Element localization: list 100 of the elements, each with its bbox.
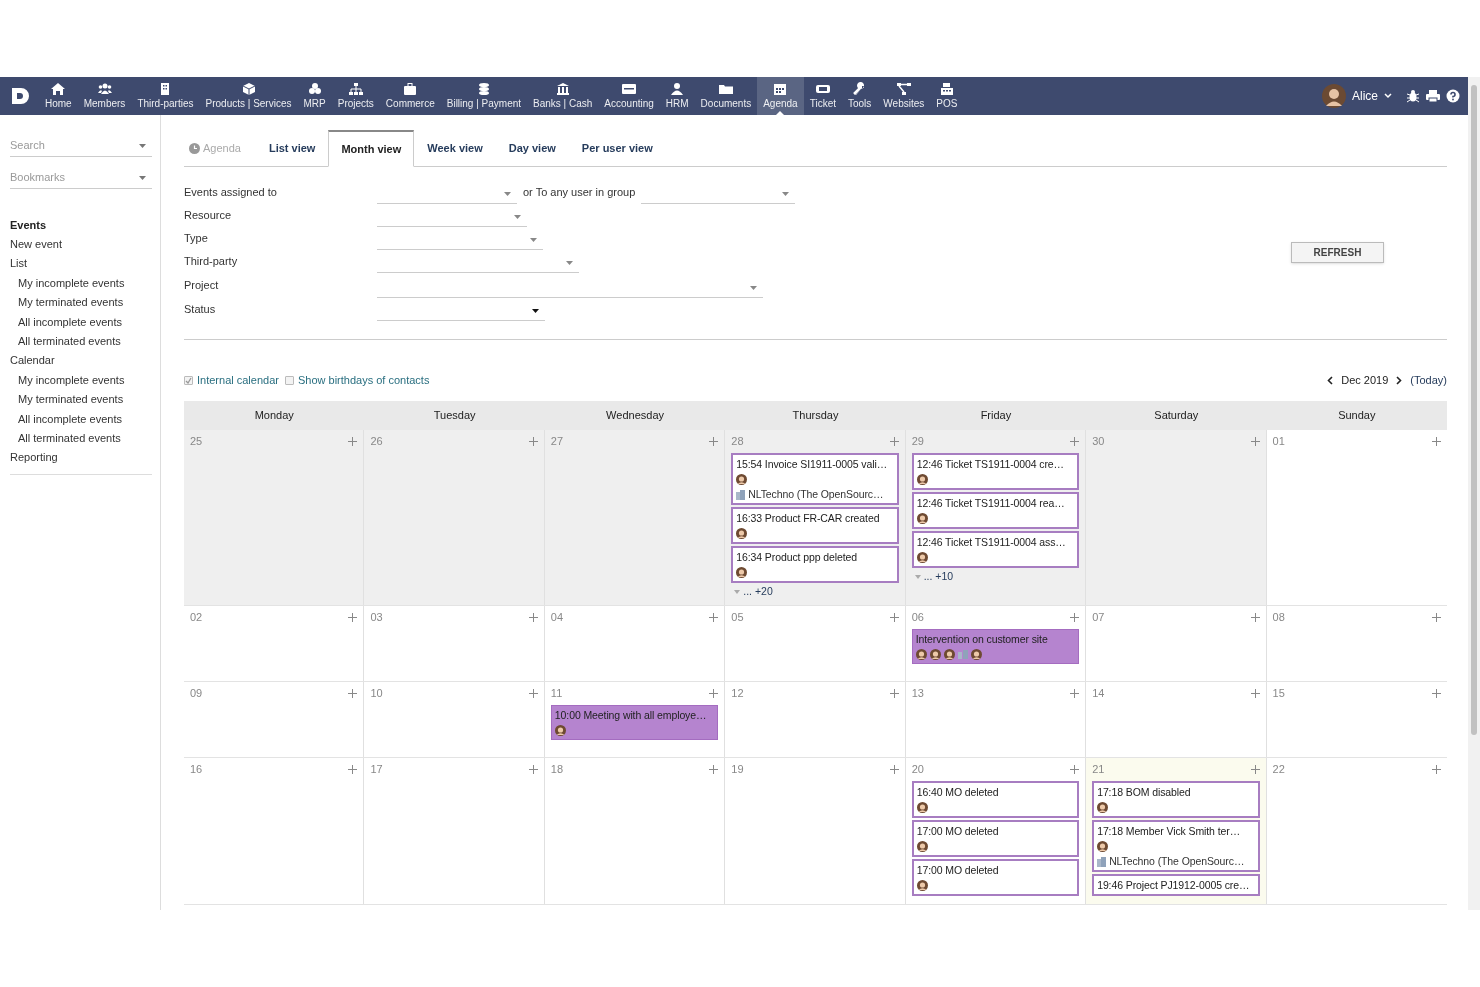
user-name[interactable]: Alice [1352, 87, 1378, 105]
calendar-event[interactable]: 17:18 BOM disabled [1092, 781, 1260, 818]
user-avatar-icon [554, 725, 566, 736]
sitemap-icon [348, 82, 363, 96]
caret-icon [532, 308, 539, 313]
calendar-event[interactable]: 17:00 MO deleted [911, 820, 1080, 857]
user-avatar-icon [916, 474, 928, 485]
day-number: 25 [190, 434, 203, 450]
nav-item[interactable]: Members [77, 77, 132, 115]
caret-icon [750, 285, 757, 290]
user-avatar-icon [916, 802, 928, 813]
weekday-header: Saturday [1153, 408, 1200, 424]
calendar-event[interactable]: 12:46 Ticket TS1911-0004 cre… [911, 453, 1080, 490]
menu-item[interactable]: List [10, 254, 152, 274]
submenu-item[interactable]: All incomplete events [10, 409, 152, 429]
more-events-link[interactable]: ... +20 [725, 585, 905, 599]
calendar-event[interactable]: 19:46 Project PJ1912-0005 cre… [1092, 874, 1260, 896]
user-avatar-icon [916, 880, 928, 891]
event-title: 12:46 Ticket TS1911-0004 rea… [916, 496, 1066, 511]
field-label: Resource [184, 208, 233, 224]
day-number: 30 [1092, 434, 1105, 450]
submenu-item[interactable]: My terminated events [10, 390, 152, 410]
submenu-item[interactable]: All incomplete events [10, 312, 152, 332]
nav-item[interactable]: Home [39, 77, 78, 115]
menu-item[interactable]: Reporting [10, 448, 152, 468]
nav-item[interactable]: Products | Services [199, 77, 298, 115]
calendar-event[interactable]: 16:34 Product ppp deleted [731, 546, 899, 583]
field-label: Project [184, 278, 220, 294]
thirdparty-link[interactable]: NLTechno (The OpenSourc… [1109, 853, 1245, 870]
calendar-event[interactable]: 15:54 Invoice SI1911-0005 vali… NLTechno (The OpenSourc… [731, 453, 899, 505]
day-cell[interactable]: 29 12:46 Ticket TS1911-0004 cre… 12:46 Ticket TS1911-0004 rea… 12:46 Ticket TS1911-0004 ass… ... +10 [905, 430, 1087, 605]
calendar-event[interactable]: 12:46 Ticket TS1911-0004 ass… [911, 531, 1080, 568]
checkbox[interactable] [284, 375, 294, 385]
day-number: 16 [190, 762, 203, 778]
building-icon [736, 489, 746, 500]
tab[interactable]: Per user view [568, 130, 666, 166]
submenu-item[interactable]: My terminated events [10, 293, 152, 313]
scrollbar[interactable] [1468, 77, 1480, 910]
calendar-event[interactable]: 17:00 MO deleted [911, 859, 1080, 896]
nav-item[interactable]: Billing | Payment [440, 77, 528, 115]
user-avatar-icon [916, 513, 928, 524]
more-events-link[interactable]: ... +10 [905, 570, 1086, 584]
day-cell[interactable]: 21 17:18 BOM disabled 17:18 Member Vick Smith ter… NLTechno (The OpenSourc… 19:46 Project PJ1912-0005 cre… [1086, 758, 1267, 904]
nav-item[interactable]: Tools [842, 77, 878, 115]
weekday-header: Thursday [791, 408, 840, 424]
add-icon [889, 613, 899, 622]
day-cell[interactable]: 28 15:54 Invoice SI1911-0005 vali… NLTechno (The OpenSourc… 16:33 Product FR-CAR created 16:34 Product ppp deleted ... +20 [725, 430, 906, 605]
nav-item[interactable]: HRM [659, 77, 695, 115]
add-icon [709, 613, 719, 622]
tab[interactable]: Month view [328, 130, 415, 167]
submenu-item[interactable]: All terminated events [10, 428, 152, 449]
day-number: 14 [1092, 686, 1105, 702]
calendar-event[interactable]: 12:46 Ticket TS1911-0004 rea… [911, 492, 1080, 529]
nav-item[interactable]: Projects [331, 77, 380, 115]
logo [11, 87, 31, 105]
calendar-event[interactable]: Intervention on customer site [911, 629, 1080, 664]
checkbox[interactable] [184, 375, 193, 385]
submenu-item[interactable]: All terminated events [10, 331, 152, 352]
menu-item[interactable]: New event [10, 235, 152, 255]
caret-icon [734, 590, 741, 594]
tab[interactable]: Day view [495, 130, 569, 166]
add-icon [709, 437, 719, 446]
nav-item[interactable]: Documents [694, 77, 758, 115]
menu-title[interactable]: Events [10, 215, 152, 235]
nav-item[interactable]: MRP [297, 77, 332, 115]
calendar-event[interactable]: 17:18 Member Vick Smith ter… NLTechno (The OpenSourc… [1092, 820, 1260, 872]
add-icon [348, 437, 358, 446]
nav-item[interactable]: Commerce [379, 77, 441, 115]
home-icon [51, 82, 66, 96]
user-avatar-icon [943, 649, 955, 660]
day-number: 18 [550, 762, 564, 778]
nav-item[interactable]: Agenda [757, 77, 804, 115]
add-icon [1070, 613, 1080, 622]
add-icon [1250, 613, 1260, 622]
calendar-event[interactable]: 10:00 Meeting with all employe… [550, 705, 719, 740]
nav-item[interactable]: Accounting [598, 77, 660, 115]
tab[interactable]: Week view [414, 130, 496, 166]
nav-item[interactable]: Third-parties [131, 77, 200, 115]
refresh-button[interactable]: REFRESH [1291, 242, 1384, 263]
user-avatar-icon [970, 649, 982, 660]
building-icon [1097, 856, 1107, 867]
checkbox-label[interactable]: Internal calendar [197, 371, 279, 389]
nav-item[interactable]: Websites [877, 77, 931, 115]
coins-icon [476, 82, 491, 96]
nav-item[interactable]: Ticket [803, 77, 842, 115]
calendar-event[interactable]: 16:33 Product FR-CAR created [731, 507, 899, 544]
tab[interactable]: List view [255, 130, 329, 166]
nav-item[interactable]: POS [930, 77, 964, 115]
day-number: 21 [1092, 762, 1105, 778]
today-link[interactable]: (Today) [1410, 371, 1447, 389]
checkbox-label[interactable]: Show birthdays of contacts [297, 371, 430, 389]
menu-item[interactable]: Calendar [10, 351, 152, 371]
thirdparty-link[interactable]: NLTechno (The OpenSourc… [748, 486, 884, 503]
nav-item[interactable]: Banks | Cash [527, 77, 599, 115]
day-number: 04 [550, 610, 564, 626]
calendar-event[interactable]: 16:40 MO deleted [911, 781, 1080, 818]
submenu-item[interactable]: My incomplete events [10, 370, 152, 391]
event-title: 10:00 Meeting with all employe… [554, 708, 708, 723]
day-number: 03 [370, 610, 383, 626]
submenu-item[interactable]: My incomplete events [10, 273, 152, 294]
